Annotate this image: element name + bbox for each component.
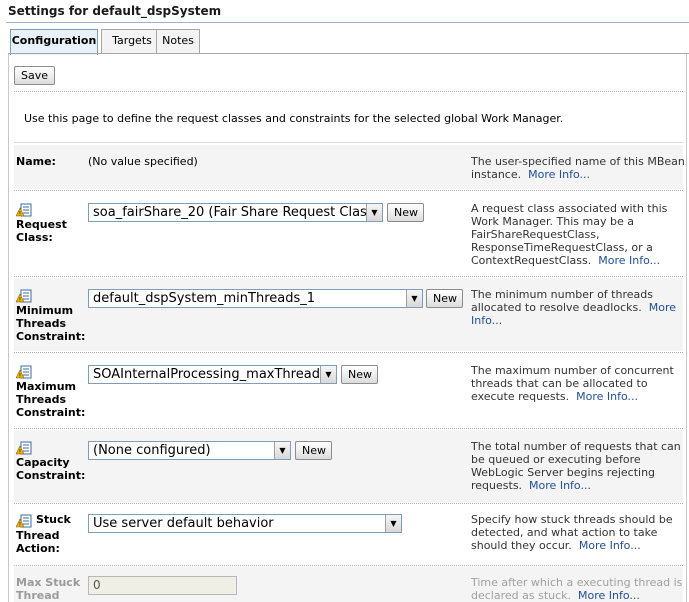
- max-stuck-more-info-link[interactable]: More Info...: [578, 589, 640, 602]
- info-icon: !: [16, 441, 32, 455]
- max-stuck-help-text: Time after which a executing thread is d…: [471, 576, 683, 602]
- max-threads-label-line3: Constraint:: [16, 406, 86, 419]
- chevron-down-icon: ▼: [406, 290, 422, 307]
- request-class-label: Request Class:: [16, 218, 67, 244]
- request-class-label-line2: Class:: [16, 231, 53, 244]
- max-threads-label-line1: Maximum: [16, 380, 76, 393]
- stuck-action-help-text: Specify how stuck threads should be dete…: [471, 513, 673, 552]
- min-threads-help-text: The minimum number of threads allocated …: [471, 288, 653, 314]
- tab-notes[interactable]: Notes: [156, 29, 200, 53]
- max-threads-select-value: SOAInternalProcessing_maxThreads: [93, 367, 327, 382]
- name-more-info-link[interactable]: More Info...: [528, 168, 590, 181]
- request-class-select[interactable]: soa_fairShare_20 (Fair Share Request Cla…: [88, 203, 383, 222]
- capacity-label-line1: Capacity: [16, 456, 70, 469]
- chevron-down-icon: ▼: [274, 442, 290, 459]
- request-class-select-value: soa_fairShare_20 (Fair Share Request Cla…: [93, 205, 379, 220]
- stuck-action-more-info-link[interactable]: More Info...: [579, 539, 641, 552]
- min-threads-select[interactable]: default_dspSystem_minThreads_1 ▼: [88, 289, 423, 308]
- toolbar-divider: [14, 91, 683, 92]
- max-threads-new-button[interactable]: New: [341, 365, 378, 384]
- capacity-select-value: (None configured): [93, 443, 211, 458]
- name-label: Name:: [16, 155, 56, 168]
- svg-text:!: !: [19, 449, 21, 456]
- stuck-action-select-value: Use server default behavior: [93, 516, 274, 531]
- request-class-help: A request class associated with this Wor…: [471, 202, 685, 267]
- max-stuck-label-line1: Max Stuck: [16, 576, 81, 589]
- tab-targets[interactable]: Targets: [101, 29, 163, 53]
- info-icon: !: [16, 289, 32, 303]
- request-class-new-button[interactable]: New: [387, 203, 424, 222]
- max-stuck-input[interactable]: 0: [88, 576, 237, 595]
- title-divider: [6, 22, 689, 23]
- stuck-action-help: Specify how stuck threads should be dete…: [471, 513, 685, 552]
- chevron-down-icon: ▼: [385, 515, 401, 532]
- info-icon: !: [16, 365, 32, 379]
- chevron-down-icon: ▼: [366, 204, 382, 221]
- capacity-more-info-link[interactable]: More Info...: [529, 479, 591, 492]
- info-icon: !: [16, 514, 32, 528]
- stuck-action-label: Thread Action:: [16, 529, 60, 555]
- save-button[interactable]: Save: [14, 66, 55, 85]
- capacity-new-button[interactable]: New: [295, 441, 332, 460]
- capacity-label: Capacity Constraint:: [16, 456, 85, 482]
- min-threads-label-line1: Minimum: [16, 304, 74, 317]
- min-threads-label: Minimum Threads Constraint:: [16, 304, 85, 343]
- max-stuck-label: Max Stuck Thread: [16, 576, 80, 602]
- max-stuck-help: Time after which a executing thread is d…: [471, 576, 685, 602]
- panel-border-right: [686, 54, 687, 602]
- capacity-select[interactable]: (None configured) ▼: [88, 441, 291, 460]
- svg-text:!: !: [19, 297, 21, 304]
- row-divider: [14, 352, 683, 353]
- capacity-more-info-link-b: Info...: [559, 479, 591, 492]
- info-icon: !: [16, 203, 32, 217]
- min-threads-select-value: default_dspSystem_minThreads_1: [93, 291, 316, 306]
- svg-text:!: !: [19, 522, 21, 529]
- stuck-action-label-line2: Thread: [16, 529, 60, 542]
- capacity-label-line2: Constraint:: [16, 469, 86, 482]
- max-threads-more-info-link[interactable]: More Info...: [576, 390, 638, 403]
- min-threads-help: The minimum number of threads allocated …: [471, 288, 685, 327]
- max-threads-label: Maximum Threads Constraint:: [16, 380, 85, 419]
- page-title: Settings for default_dspSystem: [8, 4, 222, 18]
- request-class-more-info-link[interactable]: More Info...: [598, 254, 660, 267]
- row-divider: [14, 565, 683, 566]
- max-threads-help: The maximum number of concurrent threads…: [471, 364, 685, 403]
- max-threads-label-line2: Threads: [16, 393, 67, 406]
- intro-text: Use this page to define the request clas…: [24, 112, 564, 125]
- stuck-action-label-line1: Stuck: [36, 513, 71, 526]
- chevron-down-icon: ▼: [320, 366, 336, 383]
- panel-border-left: [8, 54, 9, 602]
- tab-configuration[interactable]: Configuration: [10, 29, 98, 55]
- capacity-more-info-link-a: More: [529, 479, 557, 492]
- max-threads-select[interactable]: SOAInternalProcessing_maxThreads ▼: [88, 365, 337, 384]
- section-divider: [14, 142, 683, 143]
- stuck-action-select[interactable]: Use server default behavior ▼: [88, 514, 402, 533]
- min-threads-new-button[interactable]: New: [426, 289, 463, 308]
- capacity-help: The total number of requests that can be…: [471, 440, 685, 492]
- name-value: (No value specified): [88, 155, 198, 168]
- name-help: The user-specified name of this MBean in…: [471, 155, 685, 181]
- stuck-action-label-line3: Action:: [16, 542, 60, 555]
- row-divider: [14, 503, 683, 504]
- max-stuck-label-line2: Thread: [16, 589, 60, 602]
- row-divider: [14, 428, 683, 429]
- svg-text:!: !: [19, 373, 21, 380]
- svg-text:!: !: [19, 211, 21, 218]
- max-threads-help-text: The maximum number of concurrent threads…: [471, 364, 674, 403]
- tab-underline: [8, 53, 689, 54]
- row-divider: [14, 190, 683, 191]
- min-threads-label-line3: Constraint:: [16, 330, 86, 343]
- row-divider: [14, 276, 683, 277]
- min-threads-label-line2: Threads: [16, 317, 67, 330]
- request-class-label-line1: Request: [16, 218, 67, 231]
